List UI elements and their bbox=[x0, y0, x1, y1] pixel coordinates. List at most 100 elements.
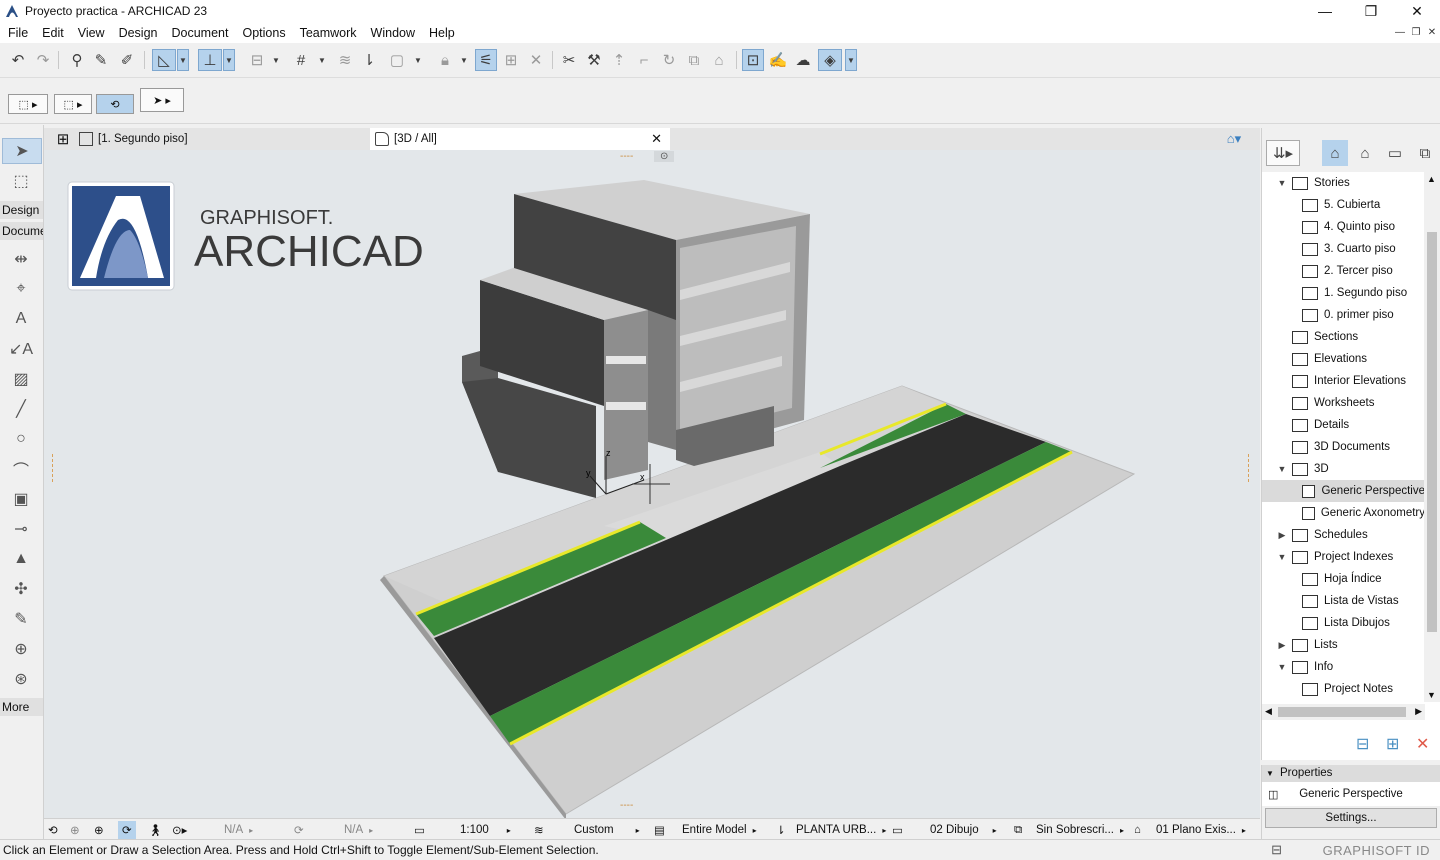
override-icon[interactable]: ⧉ bbox=[1014, 821, 1022, 839]
dimension-icon[interactable]: ⊞ bbox=[500, 49, 522, 71]
menu-teamwork[interactable]: Teamwork bbox=[293, 26, 364, 40]
redo-icon[interactable]: ↷ bbox=[32, 49, 54, 71]
split-icon[interactable]: ✂ bbox=[558, 49, 580, 71]
zoom-value-1[interactable]: N/A ▸ bbox=[224, 821, 253, 839]
tab-floor-plan[interactable]: [1. Segundo piso] bbox=[74, 128, 370, 150]
snap-guides-icon[interactable]: ⊥ bbox=[198, 49, 222, 71]
tree-item[interactable]: 3. Cuarto piso bbox=[1302, 238, 1425, 260]
rotation-icon[interactable]: ⟳ bbox=[294, 821, 304, 839]
worksheet-tool-icon[interactable]: ⊛ bbox=[6, 666, 36, 692]
adjust-icon[interactable]: ⚒ bbox=[583, 49, 605, 71]
tree-item[interactable]: Details bbox=[1292, 414, 1425, 436]
settings-button[interactable]: Settings... bbox=[1265, 808, 1437, 828]
stretch-icon[interactable]: ⧉ bbox=[683, 49, 705, 71]
tree-item[interactable]: Interior Elevations bbox=[1292, 370, 1425, 392]
lock-dropdown[interactable]: ▼ bbox=[458, 49, 470, 71]
grid-snap-dropdown[interactable]: ▼ bbox=[316, 49, 328, 71]
fill-tool-icon[interactable]: ▨ bbox=[6, 366, 36, 392]
marquee-tool-icon[interactable]: ⬚ bbox=[6, 168, 36, 194]
layer-combo-select[interactable]: PLANTA URB... ▸ bbox=[796, 821, 886, 839]
menu-window[interactable]: Window bbox=[364, 26, 422, 40]
3d-viewport[interactable]: ---- ⊙ ---- GRAPHISOFT. ARCHICAD z y x bbox=[44, 150, 1260, 818]
rotate-icon[interactable]: ↻ bbox=[658, 49, 680, 71]
layers-icon[interactable]: ≋ bbox=[334, 49, 356, 71]
dimension-select[interactable]: Custom ▸ bbox=[574, 821, 640, 839]
tree-item[interactable]: 4. Quinto piso bbox=[1302, 216, 1425, 238]
tree-item[interactable]: Worksheets bbox=[1292, 392, 1425, 414]
label-tool-icon[interactable]: ↙A bbox=[6, 336, 36, 362]
grid-snap-icon[interactable]: # bbox=[290, 49, 312, 71]
menu-options[interactable]: Options bbox=[235, 26, 292, 40]
scroll-up-icon[interactable]: ▲ bbox=[1427, 174, 1436, 184]
new-folder-icon[interactable]: ⊞ bbox=[1386, 734, 1399, 754]
publisher-sets-icon[interactable]: ⧉ bbox=[1412, 140, 1438, 166]
tree-item[interactable]: 2. Tercer piso bbox=[1302, 260, 1425, 282]
close-window-button[interactable]: ✕ bbox=[1394, 0, 1440, 22]
layer-combo-icon[interactable]: ⇂ bbox=[776, 821, 786, 839]
navigator-menu-icon[interactable]: ⇊▸ bbox=[1266, 140, 1300, 166]
scroll-down-icon[interactable]: ▼ bbox=[1427, 690, 1436, 700]
renovation-dropdown[interactable]: ▼ bbox=[412, 49, 424, 71]
renovation-icon[interactable]: ▢ bbox=[386, 49, 408, 71]
menu-edit[interactable]: Edit bbox=[35, 26, 71, 40]
suspend-groups-icon[interactable]: ⊟ bbox=[246, 49, 268, 71]
polyline-tool-icon[interactable]: ⌒ bbox=[6, 456, 36, 482]
vertical-scroll-thumb[interactable] bbox=[1427, 232, 1437, 632]
menu-design[interactable]: Design bbox=[112, 26, 165, 40]
3d-cutaway-icon[interactable]: ⊡ bbox=[742, 49, 764, 71]
minimize-button[interactable]: — bbox=[1302, 0, 1348, 22]
tree-item[interactable]: Lista de Vistas bbox=[1302, 590, 1425, 612]
graphic-override-select[interactable]: Sin Sobrescri... ▸ bbox=[1036, 821, 1124, 839]
pen-set-select[interactable]: 02 Dibujo ▸ bbox=[930, 821, 997, 839]
horizontal-scroll-thumb[interactable] bbox=[1278, 707, 1406, 717]
tree-item[interactable]: ▼ Stories bbox=[1278, 172, 1425, 194]
roof-icon[interactable]: ⌂ bbox=[708, 49, 730, 71]
tree-item[interactable]: 3D Documents bbox=[1292, 436, 1425, 458]
3d-style-icon[interactable]: ✍ bbox=[767, 49, 789, 71]
toolbox-group-design[interactable]: Design bbox=[0, 201, 43, 219]
tree-item[interactable]: 0. primer piso bbox=[1302, 304, 1425, 326]
tree-item[interactable]: Sections bbox=[1292, 326, 1425, 348]
redo-zoom-icon[interactable]: ⊕ bbox=[70, 821, 80, 839]
tree-item[interactable]: ▼ 3D bbox=[1278, 458, 1425, 480]
tree-item[interactable]: Generic Axonometry bbox=[1302, 502, 1425, 524]
expand-chevron-icon[interactable]: ▼ bbox=[1276, 464, 1288, 474]
marquee-rotation-icon[interactable]: ⟲ bbox=[96, 94, 134, 114]
snap-guides-dropdown[interactable]: ▼ bbox=[223, 49, 235, 71]
guide-lines-icon[interactable]: ◺ bbox=[152, 49, 176, 71]
menu-document[interactable]: Document bbox=[165, 26, 236, 40]
delete-icon[interactable]: ✕ bbox=[1416, 734, 1429, 754]
selection-method-icon[interactable]: ⬚ ▸ bbox=[8, 94, 48, 114]
expand-chevron-icon[interactable]: ▼ bbox=[1276, 552, 1288, 562]
scale-icon[interactable]: ▭ bbox=[414, 821, 425, 839]
trace-icon[interactable]: ⇂ bbox=[358, 49, 380, 71]
tree-item[interactable]: Project Notes bbox=[1302, 678, 1425, 700]
model-filter-select[interactable]: Entire Model ▸ bbox=[682, 821, 757, 839]
cross-icon[interactable]: ✕ bbox=[525, 49, 547, 71]
tree-item[interactable]: Generic Perspective bbox=[1262, 480, 1425, 502]
orbit-icon[interactable]: ⟳ bbox=[118, 821, 136, 839]
expand-chevron-icon[interactable]: ▼ bbox=[1276, 178, 1288, 188]
renovation-filter-select[interactable]: 01 Plano Exis... ▸ bbox=[1156, 821, 1246, 839]
tab-overview-icon[interactable]: ⊞ bbox=[52, 128, 74, 150]
save-view-icon[interactable]: ⊟ bbox=[1356, 734, 1369, 754]
doc-close-button[interactable]: ✕ bbox=[1424, 22, 1440, 43]
pick-up-parameters-icon[interactable]: ✎ bbox=[90, 49, 112, 71]
expand-chevron-icon[interactable]: ▼ bbox=[1276, 662, 1288, 672]
inject-parameters-icon[interactable]: ✐ bbox=[116, 49, 138, 71]
detail-tool-icon[interactable]: ⊕ bbox=[6, 636, 36, 662]
3d-visualization-dropdown[interactable]: ▼ bbox=[845, 49, 857, 71]
zoom-value-2[interactable]: N/A ▸ bbox=[344, 821, 373, 839]
elevate-icon[interactable]: ⇡ bbox=[608, 49, 630, 71]
layout-icon[interactable]: ⊟ bbox=[1271, 842, 1282, 858]
renovation-filter-icon[interactable]: ⌂ bbox=[1134, 821, 1141, 839]
collapse-chevron-icon[interactable]: ▶ bbox=[1276, 640, 1288, 651]
scroll-left-icon[interactable]: ◀ bbox=[1265, 706, 1272, 717]
menu-help[interactable]: Help bbox=[422, 26, 462, 40]
tree-item[interactable]: Elevations bbox=[1292, 348, 1425, 370]
figure-tool-icon[interactable]: ✎ bbox=[6, 606, 36, 632]
navigator-horizontal-scrollbar[interactable]: ◀ ▶ bbox=[1262, 704, 1425, 720]
zoom-in-icon[interactable]: ⊕ bbox=[94, 821, 104, 839]
scale-select[interactable]: 1:100 ▸ bbox=[460, 821, 511, 839]
layers-combo-icon[interactable]: ≋ bbox=[534, 821, 544, 839]
